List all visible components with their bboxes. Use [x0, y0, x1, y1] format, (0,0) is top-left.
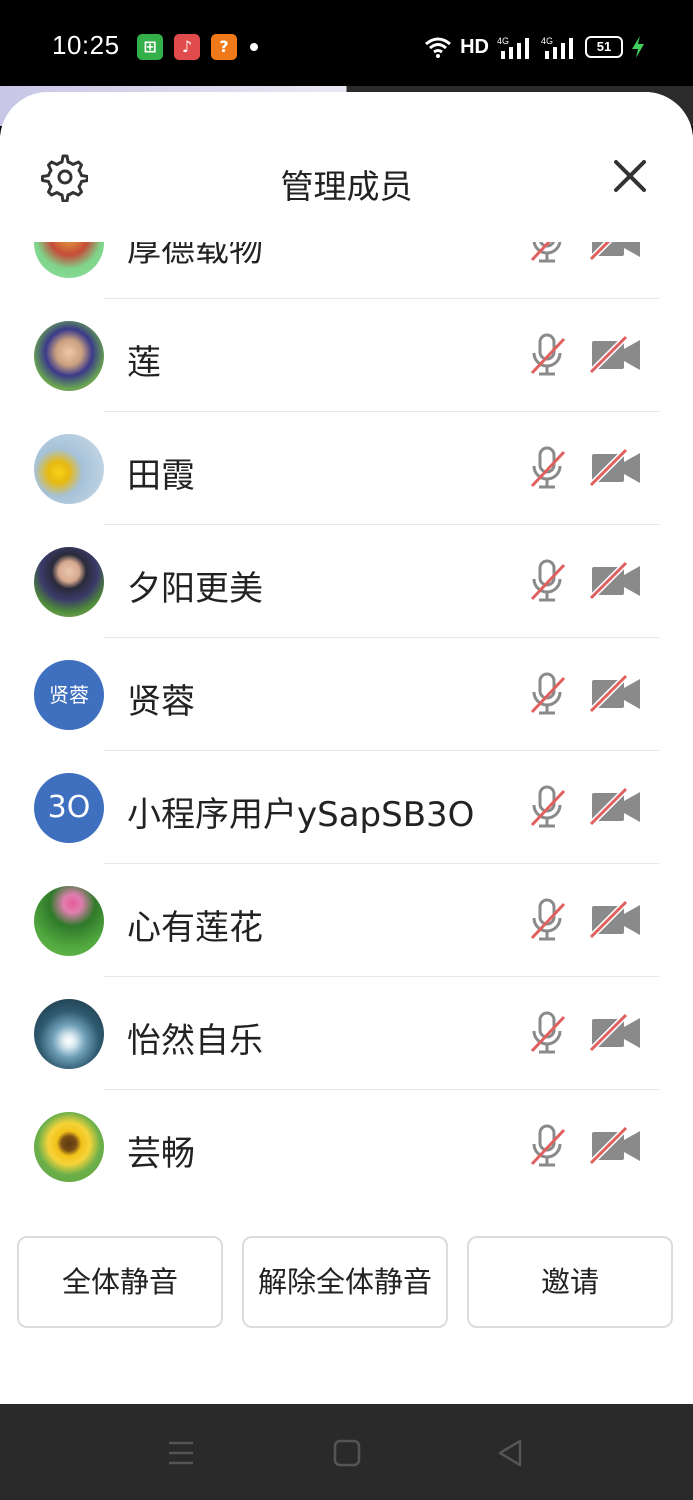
member-row[interactable]: 芸畅 — [0, 1090, 693, 1202]
member-row[interactable]: 3O 小程序用户ySapSB3O — [0, 751, 693, 864]
mic-muted-icon[interactable] — [526, 896, 568, 944]
avatar — [34, 547, 104, 617]
mic-muted-icon[interactable] — [526, 557, 568, 605]
mic-muted-icon[interactable] — [526, 1122, 568, 1170]
avatar — [34, 1112, 104, 1182]
signal-1-label: 4G — [497, 36, 509, 46]
member-name: 怡然自乐 — [127, 1021, 263, 1061]
member-name: 莲 — [127, 343, 161, 383]
member-row[interactable]: 田霞 — [0, 412, 693, 525]
camera-off-icon[interactable] — [588, 561, 644, 601]
member-name: 厚德载物 — [127, 242, 263, 270]
back-icon[interactable] — [496, 1438, 524, 1468]
avatar-initials: 贤蓉 — [34, 660, 104, 730]
navigation-bar — [0, 1404, 693, 1500]
signal-2-label: 4G — [541, 36, 553, 46]
camera-off-icon[interactable] — [588, 900, 644, 940]
member-name: 心有莲花 — [127, 908, 263, 948]
avatar — [34, 242, 104, 278]
mic-muted-icon[interactable] — [526, 783, 568, 831]
mic-muted-icon[interactable] — [526, 242, 568, 266]
avatar — [34, 886, 104, 956]
mic-muted-icon[interactable] — [526, 1009, 568, 1057]
unmute-all-button[interactable]: 解除全体静音 — [242, 1236, 448, 1328]
member-name: 夕阳更美 — [127, 569, 263, 609]
member-row[interactable]: 莲 — [0, 299, 693, 412]
camera-off-icon[interactable] — [588, 1126, 644, 1166]
more-notifications-dot — [250, 43, 258, 51]
member-name: 小程序用户ySapSB3O — [127, 795, 475, 835]
member-row[interactable]: 贤蓉 贤蓉 — [0, 638, 693, 751]
wifi-icon — [425, 37, 452, 58]
battery-icon: 51 — [585, 36, 623, 58]
charging-icon — [632, 36, 644, 58]
signal-icon-2: 4G — [541, 36, 573, 59]
hd-label: HD — [460, 35, 489, 58]
member-name: 芸畅 — [127, 1134, 195, 1174]
music-notification-icon: ♪ — [174, 34, 200, 60]
member-row[interactable]: 厚德载物 — [0, 242, 693, 299]
camera-off-icon[interactable] — [588, 335, 644, 375]
app-notification-icon: ⊞ — [137, 34, 163, 60]
mute-all-button[interactable]: 全体静音 — [17, 1236, 223, 1328]
sheet-header: 管理成员 — [0, 92, 693, 242]
home-icon[interactable] — [333, 1439, 361, 1467]
avatar — [34, 321, 104, 391]
mic-muted-icon[interactable] — [526, 331, 568, 379]
camera-off-icon[interactable] — [588, 1013, 644, 1053]
avatar-initials: 3O — [34, 773, 104, 843]
avatar — [34, 999, 104, 1069]
member-name: 贤蓉 — [127, 682, 195, 722]
system-icons: HD 4G 4G 51 — [424, 32, 645, 62]
invite-button[interactable]: 邀请 — [467, 1236, 673, 1328]
member-row[interactable]: 心有莲花 — [0, 864, 693, 977]
action-buttons: 全体静音 解除全体静音 邀请 — [0, 1236, 693, 1332]
avatar — [34, 434, 104, 504]
camera-off-icon[interactable] — [588, 674, 644, 714]
member-row[interactable]: 怡然自乐 — [0, 977, 693, 1090]
member-name: 田霞 — [127, 456, 195, 496]
sheet-title: 管理成员 — [280, 167, 413, 206]
mic-muted-icon[interactable] — [526, 670, 568, 718]
manage-members-sheet: 管理成员 厚德载物 莲 田霞 夕阳更美 贤蓉 贤蓉 3O 小程序用户ySapSB… — [0, 92, 693, 1404]
camera-off-icon[interactable] — [588, 787, 644, 827]
menu-icon[interactable] — [167, 1440, 195, 1466]
member-row[interactable]: 夕阳更美 — [0, 525, 693, 638]
camera-off-icon[interactable] — [588, 448, 644, 488]
clock: 10:25 — [52, 30, 120, 60]
camera-off-icon[interactable] — [588, 242, 644, 262]
status-bar: 10:25 ⊞ ♪ ? HD 4G 4G 51 — [0, 0, 693, 90]
orange-app-notification-icon: ? — [211, 34, 237, 60]
member-list[interactable]: 厚德载物 莲 田霞 夕阳更美 贤蓉 贤蓉 3O 小程序用户ySapSB3O 心有… — [0, 242, 693, 1202]
mic-muted-icon[interactable] — [526, 444, 568, 492]
close-icon[interactable] — [610, 156, 650, 196]
signal-icon-1: 4G — [497, 36, 529, 59]
